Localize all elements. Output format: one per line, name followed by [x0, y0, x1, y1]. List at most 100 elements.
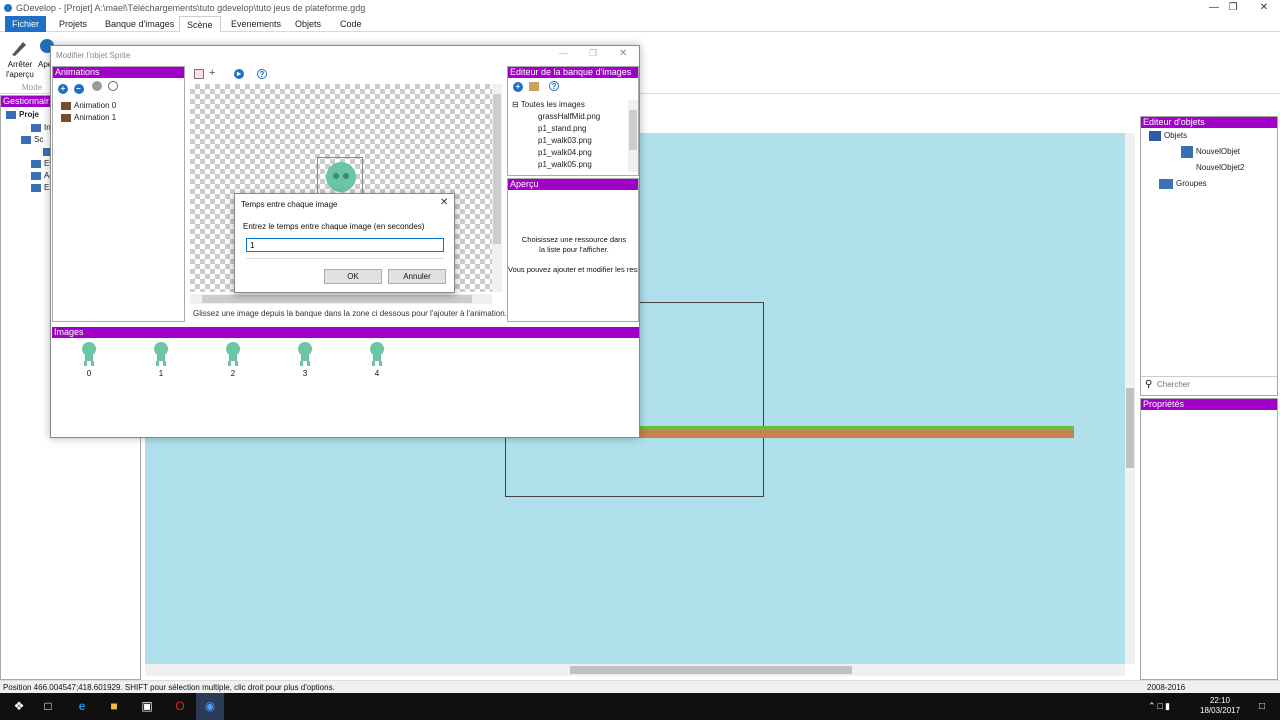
project-item[interactable]: In: [31, 123, 51, 132]
animation-settings-icon[interactable]: [92, 81, 103, 91]
animations-panel: Animations + – Animation 0 Animation 1: [52, 66, 185, 322]
animation-item[interactable]: Animation 0: [61, 101, 116, 110]
edit-mask-icon[interactable]: [194, 69, 204, 79]
windows-start-icon[interactable]: ❖: [5, 693, 33, 720]
opera-icon[interactable]: O: [166, 693, 194, 720]
groups-label: Groupes: [1176, 179, 1207, 189]
window-title: GDevelop - [Projet] A:\mael\Téléchargeme…: [16, 3, 366, 13]
frame-index: 4: [374, 369, 380, 378]
object-item[interactable]: NouvelObjet2: [1196, 163, 1244, 172]
ribbon-group-mode: Mode: [22, 83, 43, 92]
image-bank-header: Editeur de la banque d'images: [508, 67, 638, 78]
minimize-icon[interactable]: —: [559, 48, 568, 58]
character-sprite: [370, 342, 384, 366]
restore-icon[interactable]: ❐: [589, 48, 597, 59]
clock-date: 18/03/2017: [1200, 706, 1241, 715]
stop-preview-icon[interactable]: [9, 38, 29, 58]
gdevelop-taskbar-icon[interactable]: ◉: [196, 693, 224, 720]
app-icon: [3, 3, 13, 13]
frame-thumbnail[interactable]: 0: [79, 341, 99, 378]
project-root[interactable]: Proje: [6, 110, 39, 119]
bank-item[interactable]: p1_walk04.png: [538, 148, 592, 157]
edge-icon[interactable]: e: [68, 693, 96, 720]
objects-search[interactable]: ⚲: [1141, 376, 1277, 392]
project-item-label: Sc: [34, 135, 44, 144]
menu-scene[interactable]: Scène: [179, 16, 221, 32]
groups-item[interactable]: Groupes: [1159, 179, 1207, 189]
frame-time-input[interactable]: [246, 238, 444, 252]
image-bank-toolbar: + ?: [513, 81, 560, 92]
scrollbar-thumb[interactable]: [570, 666, 852, 674]
help-icon[interactable]: ?: [257, 69, 267, 79]
remove-animation-icon[interactable]: –: [73, 84, 84, 94]
ok-button[interactable]: OK: [324, 269, 382, 284]
bank-item[interactable]: p1_stand.png: [538, 124, 587, 133]
grass-platform[interactable]: [639, 426, 1074, 438]
bank-root[interactable]: ⊟ Toutes les images: [512, 100, 585, 109]
help-icon[interactable]: ?: [549, 81, 560, 91]
properties-panel: Propriétés: [1140, 398, 1278, 680]
project-manager-header: Gestionnair: [1, 96, 53, 107]
notifications-icon[interactable]: □: [1248, 693, 1276, 720]
bank-item[interactable]: p1_walk05.png: [538, 160, 592, 169]
menu-evenements[interactable]: Evenements: [224, 16, 288, 32]
add-image-icon[interactable]: +: [513, 82, 523, 92]
preview-panel: Aperçu Choisissez une ressource dans la …: [507, 178, 639, 322]
canvas-hscrollbar[interactable]: [190, 294, 492, 304]
images-panel: Images 0 1 2 3 4: [52, 327, 639, 435]
character-sprite: [82, 342, 96, 366]
frame-thumbnail[interactable]: 1: [151, 341, 171, 378]
frame-thumbnail[interactable]: 2: [223, 341, 243, 378]
scrollbar-thumb[interactable]: [629, 110, 637, 150]
add-point-icon[interactable]: +: [209, 67, 215, 79]
play-icon[interactable]: ▸: [234, 69, 244, 79]
status-bar: Position 466.004547;418.601929. SHIFT po…: [0, 680, 1280, 693]
add-animation-icon[interactable]: +: [58, 84, 68, 94]
frame-index: 1: [158, 369, 164, 378]
clock[interactable]: 22:10 18/03/2017: [1200, 696, 1240, 716]
scrollbar-thumb[interactable]: [493, 94, 501, 244]
restore-icon[interactable]: ❐: [1219, 0, 1247, 16]
menu-fichier[interactable]: Fichier: [5, 16, 47, 32]
app-titlebar: GDevelop - [Projet] A:\mael\Téléchargeme…: [0, 0, 1280, 16]
menu-banque[interactable]: Banque d'images: [98, 16, 181, 32]
stop-preview-button[interactable]: Arrêter l'aperçu: [5, 60, 35, 80]
animation-icon: [61, 113, 71, 122]
character-sprite: [226, 342, 240, 366]
dialog-label: Entrez le temps entre chaque image (en s…: [243, 222, 425, 231]
bank-item[interactable]: grassHalfMid.png: [538, 112, 600, 121]
scene-hscrollbar[interactable]: [145, 664, 1125, 676]
menu-code[interactable]: Code: [333, 16, 369, 32]
bank-scrollbar[interactable]: [628, 100, 638, 172]
cancel-button[interactable]: Annuler: [388, 269, 446, 284]
task-view-icon[interactable]: □: [34, 693, 62, 720]
close-icon[interactable]: ✕: [1250, 0, 1278, 16]
menu-projets[interactable]: Projets: [52, 16, 94, 32]
file-explorer-icon[interactable]: ■: [100, 693, 128, 720]
project-item[interactable]: Sc: [21, 135, 43, 144]
close-icon[interactable]: ✕: [619, 48, 627, 59]
search-icon: ⚲: [1145, 379, 1153, 390]
scrollbar-thumb[interactable]: [202, 295, 472, 303]
object-item[interactable]: NouvelObjet: [1181, 146, 1240, 158]
open-folder-icon[interactable]: [528, 82, 539, 92]
system-tray-icons[interactable]: ⌃□▮: [1148, 701, 1172, 712]
objects-root[interactable]: Objets: [1149, 131, 1187, 141]
preview-text-2: Vous pouvez ajouter et modifier les ress…: [508, 265, 638, 274]
extensions-icon: [31, 183, 41, 192]
object-item-label: NouvelObjet: [1196, 147, 1241, 157]
canvas-vscrollbar[interactable]: [492, 84, 502, 292]
clock-icon[interactable]: [107, 81, 118, 91]
character-sprite: [326, 162, 356, 192]
store-icon[interactable]: ▣: [133, 693, 161, 720]
frame-thumbnail[interactable]: 4: [367, 341, 387, 378]
animation-item[interactable]: Animation 1: [61, 113, 116, 122]
search-input[interactable]: [1157, 378, 1273, 391]
frame-thumbnail[interactable]: 3: [295, 341, 315, 378]
menu-objets[interactable]: Objets: [288, 16, 328, 32]
scene-vscrollbar[interactable]: [1125, 133, 1135, 664]
scrollbar-thumb[interactable]: [1126, 388, 1134, 468]
dialog-separator: [246, 258, 444, 259]
close-icon[interactable]: ✕: [440, 197, 448, 208]
bank-item[interactable]: p1_walk03.png: [538, 136, 592, 145]
